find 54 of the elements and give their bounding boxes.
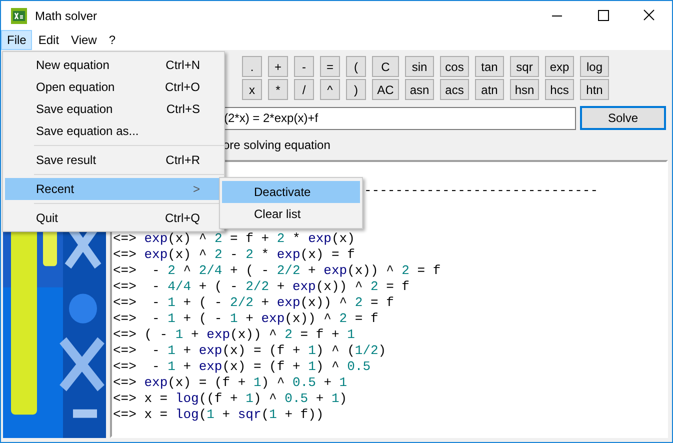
menu-entry[interactable]: Quit Ctrl+Q [5, 207, 222, 229]
menu-item[interactable]: View [65, 30, 103, 50]
key-button[interactable]: = [320, 56, 340, 77]
result-line: <=> exp(x) = (f + 1) ^ 0.5 + 1 [113, 375, 348, 391]
key-button[interactable]: atn [475, 79, 504, 100]
key-button[interactable]: hsn [510, 79, 539, 100]
key-button[interactable]: htn [580, 79, 609, 100]
key-button[interactable]: tan [475, 56, 504, 77]
key-button[interactable]: cos [440, 56, 469, 77]
key-button[interactable]: sin [405, 56, 434, 77]
key-button[interactable]: * [268, 79, 288, 100]
result-line: <=> x = log((f + 1) ^ 0.5 + 1) [113, 391, 348, 407]
menu-entry[interactable]: Save equation Ctrl+S [5, 98, 222, 120]
result-line: <=> - 4/4 + ( - 2/2 + exp(x)) ^ 2 = f [113, 279, 410, 295]
key-button[interactable]: ^ [320, 79, 340, 100]
key-button[interactable]: acs [440, 79, 469, 100]
key-button[interactable]: - [294, 56, 314, 77]
menu-entry[interactable]: Recent > [5, 178, 222, 200]
divider-text: ------------------------------ [364, 183, 598, 199]
result-line: <=> exp(x) ^ 2 - 2 * exp(x) = f [113, 247, 356, 263]
menu-entry[interactable]: Open equation Ctrl+O [5, 76, 222, 98]
menu-entry[interactable]: Clear list [222, 203, 360, 225]
result-line: <=> exp(x) ^ 2 = f + 2 * exp(x) [113, 231, 356, 247]
result-line: <=> - 1 + exp(x) = (f + 1) ^ (1/2) [113, 343, 388, 359]
key-button[interactable]: hcs [545, 79, 574, 100]
result-line: <=> - 2 ^ 2/4 + ( - 2/2 + exp(x)) ^ 2 = f [113, 263, 442, 279]
menu-entry[interactable]: Deactivate [222, 181, 360, 203]
key-button[interactable]: exp [545, 56, 574, 77]
key-button[interactable]: AC [372, 79, 399, 100]
menu-entry[interactable]: Save equation as... [5, 120, 222, 142]
window-title: Math solver [35, 8, 98, 24]
menu-entry[interactable]: Save result Ctrl+R [5, 149, 222, 171]
result-line: <=> - 1 + ( - 1 + exp(x)) ^ 2 = f [113, 311, 380, 327]
key-button[interactable]: x [242, 79, 262, 100]
result-line: <=> - 1 + exp(x) = (f + 1) ^ 0.5 [113, 359, 372, 375]
key-button[interactable]: log [580, 56, 609, 77]
key-button[interactable]: ) [346, 79, 366, 100]
menu-item[interactable]: ? [102, 30, 122, 50]
result-line: <=> x = log(1 + sqr(1 + f)) [113, 407, 325, 423]
key-button[interactable]: . [242, 56, 262, 77]
key-button[interactable]: / [294, 79, 314, 100]
key-button[interactable]: + [268, 56, 288, 77]
menu-item[interactable]: File [1, 30, 32, 50]
key-button[interactable]: ( [346, 56, 366, 77]
result-line: <=> - 1 + ( - 2/2 + exp(x)) ^ 2 = f [113, 295, 395, 311]
menu-entry[interactable]: New equation Ctrl+N [5, 54, 222, 76]
result-line: <=> ( - 1 + exp(x)) ^ 2 = f + 1 [113, 327, 356, 343]
app-icon [11, 8, 27, 24]
key-button[interactable]: asn [405, 79, 434, 100]
key-button[interactable]: C [372, 56, 399, 77]
menu-item[interactable]: Edit [32, 30, 66, 50]
solve-button[interactable]: Solve [580, 106, 666, 130]
submenu-arrow-icon: > [192, 180, 200, 198]
key-button[interactable]: sqr [510, 56, 539, 77]
